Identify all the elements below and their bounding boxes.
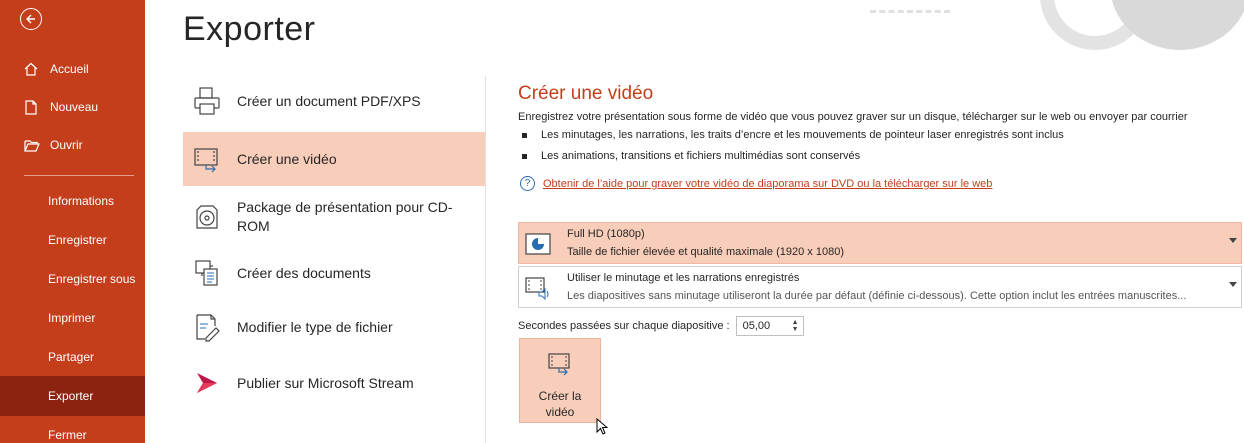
sidebar-item-exporter[interactable]: Exporter [0,376,145,416]
handouts-icon [189,255,225,291]
panel-divider [485,76,486,443]
video-icon [189,141,225,177]
timing-title: Utiliser le minutage et les narrations e… [567,272,800,284]
sidebar-item-label: Exporter [48,389,94,403]
bullet-text: Les minutages, les narrations, les trait… [541,129,1064,141]
sidebar-item-label: Imprimer [48,311,96,325]
home-icon [24,62,42,76]
video-icon [547,351,573,382]
option-create-video[interactable]: Créer une vidéo [183,132,485,186]
option-label: Modifier le type de fichier [237,318,393,335]
mouse-cursor-icon [596,417,609,441]
bullet-text: Les animations, transitions et fichiers … [541,150,861,162]
backstage-sidebar: Accueil Nouveau Ouvrir Informations Enre… [0,0,145,443]
option-create-handouts[interactable]: Créer des documents [183,250,485,296]
cd-rom-icon [189,199,225,235]
help-question-icon: ? [520,176,535,191]
option-label: Créer un document PDF/XPS [237,92,421,109]
sidebar-item-enregistrer[interactable]: Enregistrer [0,220,145,260]
pdf-document-icon [189,83,225,119]
sidebar-item-informations[interactable]: Informations [0,181,145,221]
panel-description: Enregistrez votre présentation sous form… [518,111,1188,123]
sidebar-item-nouveau[interactable]: Nouveau [0,88,145,126]
bullet-icon [522,132,527,138]
sidebar-item-fermer[interactable]: Fermer [0,415,145,443]
seconds-row: Secondes passées sur chaque diapositive … [518,316,804,336]
chevron-down-icon [1229,282,1237,287]
page-title: Exporter [183,10,316,48]
quality-subtitle: Taille de fichier élevée et qualité maxi… [567,246,844,258]
sidebar-item-label: Partager [48,350,95,364]
create-video-button[interactable]: Créer la vidéo [519,338,601,423]
sidebar-item-label: Enregistrer [48,233,107,247]
chevron-down-icon [1229,238,1237,243]
timing-subtitle: Les diapositives sans minutage utilisero… [567,290,1187,302]
option-cd-package[interactable]: Package de présentation pour CD-ROM [183,194,485,240]
help-link[interactable]: Obtenir de l’aide pour graver votre vidé… [543,178,992,190]
sidebar-item-label: Accueil [50,62,89,76]
quality-title: Full HD (1080p) [567,228,645,240]
option-label: Package de présentation pour CD-ROM [236,199,453,234]
spin-arrows-icon[interactable]: ▲ ▼ [792,319,799,333]
decorative-pattern [870,10,950,14]
back-arrow-icon[interactable] [20,8,42,30]
option-label: Créer des documents [237,264,371,281]
new-document-icon [24,99,42,115]
create-video-label: Créer la vidéo [538,389,582,419]
sidebar-item-partager[interactable]: Partager [0,337,145,377]
sidebar-item-accueil[interactable]: Accueil [0,50,145,88]
decorative-circle [1110,0,1244,50]
sidebar-item-label: Nouveau [50,100,99,114]
folder-open-icon [24,139,42,152]
option-label: Publier sur Microsoft Stream [237,374,414,391]
sidebar-item-enregistrer-sous[interactable]: Enregistrer sous [0,259,145,299]
recorded-timings-icon [525,276,551,300]
option-pdf-xps[interactable]: Créer un document PDF/XPS [183,78,485,124]
seconds-label: Secondes passées sur chaque diapositive … [518,320,730,332]
full-hd-icon [525,232,551,256]
seconds-value: 05,00 [742,320,771,332]
video-quality-dropdown[interactable]: Full HD (1080p) Taille de fichier élevée… [518,222,1242,264]
bullet-item: Les minutages, les narrations, les trait… [518,129,1064,141]
change-file-type-icon [189,309,225,345]
option-label: Créer une vidéo [237,150,337,167]
sidebar-divider [24,175,134,176]
sidebar-item-label: Informations [48,194,115,208]
help-row: ? Obtenir de l’aide pour graver votre vi… [520,176,992,191]
timing-dropdown[interactable]: Utiliser le minutage et les narrations e… [518,266,1242,308]
option-publish-stream[interactable]: Publier sur Microsoft Stream [183,360,485,406]
option-change-file-type[interactable]: Modifier le type de fichier [183,304,485,350]
sidebar-item-imprimer[interactable]: Imprimer [0,298,145,338]
sidebar-item-label: Enregistrer sous [48,272,136,286]
bullet-item: Les animations, transitions et fichiers … [518,150,860,162]
sidebar-item-label: Fermer [48,428,87,442]
bullet-icon [522,153,527,159]
seconds-stepper[interactable]: 05,00 ▲ ▼ [735,316,804,336]
panel-title: Créer une vidéo [518,83,654,104]
stream-icon [189,365,225,401]
sidebar-item-label: Ouvrir [50,138,83,152]
sidebar-item-ouvrir[interactable]: Ouvrir [0,126,145,164]
